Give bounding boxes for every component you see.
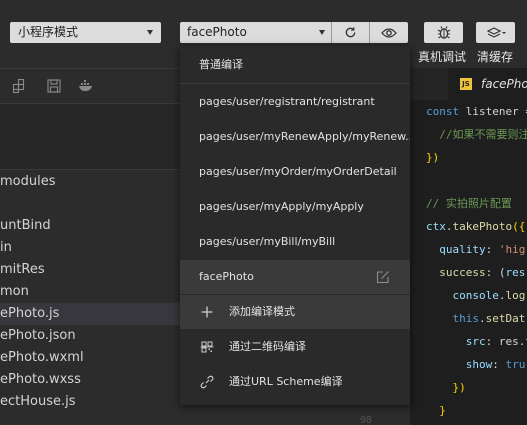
file-item[interactable]: ePhoto.wxss [0, 369, 180, 391]
file-list: modules untBind in mitRes mon ePhoto.js … [0, 171, 180, 413]
qrcode-compile-item[interactable]: 通过二维码编译 [180, 330, 410, 364]
code-line: success: (res [439, 266, 526, 279]
layers-icon [486, 26, 506, 38]
link-icon [200, 375, 214, 389]
clear-cache-button[interactable] [476, 22, 515, 43]
dropdown-header-normal-compile[interactable]: 普通编译 [180, 48, 410, 82]
remote-debug-button[interactable] [424, 22, 463, 43]
eye-icon [381, 27, 397, 38]
refresh-icon [345, 27, 356, 38]
editor-tabbar: JS facePho [410, 68, 527, 100]
dropdown-current-item[interactable]: facePhoto [180, 260, 410, 294]
add-compile-mode-label: 添加编译模式 [229, 305, 295, 318]
plus-icon [201, 306, 213, 318]
code-line: // 实拍照片配置 [426, 197, 512, 210]
url-scheme-compile-item[interactable]: 通过URL Scheme编译 [180, 365, 410, 399]
url-scheme-compile-label: 通过URL Scheme编译 [229, 375, 343, 388]
file-item-selected[interactable]: ePhoto.js [0, 303, 180, 325]
remote-debug-label: 真机调试 [418, 50, 467, 64]
add-compile-mode-item[interactable]: 添加编译模式 [180, 295, 410, 329]
file-item[interactable]: untBind [0, 215, 180, 237]
code-line: } [439, 404, 446, 417]
preview-button[interactable] [370, 22, 408, 43]
compile-mode-label: facePhoto [187, 25, 247, 39]
code-line: }) [426, 151, 440, 164]
dropdown-separator [180, 83, 410, 84]
refresh-button[interactable] [332, 22, 370, 43]
code-line: this.setDat [452, 312, 526, 325]
dropdown-page-item[interactable]: pages/user/myRenewApply/myRenew... [180, 120, 410, 154]
dropdown-page-item[interactable]: pages/user/myApply/myApply [180, 190, 410, 224]
docker-icon[interactable] [78, 78, 94, 94]
clear-cache-label: 清缓存 [477, 50, 514, 64]
file-item[interactable]: ePhoto.json [0, 325, 180, 347]
save-icon[interactable] [46, 78, 62, 94]
mode-select-label: 小程序模式 [18, 25, 79, 39]
dropdown-page-item[interactable]: pages/user/myOrder/myOrderDetail [180, 155, 410, 189]
qrcode-compile-label: 通过二维码编译 [229, 340, 306, 353]
code-line: const listener = [426, 105, 527, 118]
js-file-icon: JS [460, 78, 472, 90]
compile-mode-select[interactable]: facePhoto [180, 22, 332, 43]
file-item[interactable]: ePhoto.wxml [0, 347, 180, 369]
file-item[interactable]: in [0, 237, 180, 259]
caret-up-icon [319, 30, 325, 35]
code-line: //如果不需要则注 [426, 128, 527, 141]
file-item[interactable]: ectHouse.js [0, 391, 180, 413]
line-number: 98 [360, 415, 373, 425]
code-line: show: tru [465, 358, 526, 371]
dropdown-page-item[interactable]: pages/user/myBill/myBill [180, 225, 410, 259]
file-explorer: modules untBind in mitRes mon ePhoto.js … [0, 68, 180, 425]
code-content: const listener = //如果不需要则注 }) // 实拍照片配置 … [426, 100, 527, 422]
bug-icon [437, 26, 450, 39]
file-item[interactable] [0, 193, 180, 215]
compile-mode-dropdown: 普通编译 pages/user/registrant/registrant pa… [180, 46, 410, 405]
explorer-toolbar [0, 68, 180, 104]
explorer-header [0, 104, 180, 170]
code-line: ctx.takePhoto({ [426, 220, 526, 233]
file-item[interactable]: mitRes [0, 259, 180, 281]
edit-icon[interactable] [376, 270, 390, 284]
file-item[interactable]: mon [0, 281, 180, 303]
code-editor[interactable]: JS facePho const listener = //如果不需要则注 })… [410, 68, 527, 425]
editor-tab[interactable]: JS facePho [448, 68, 527, 100]
code-line: console.log [452, 289, 526, 302]
dropdown-page-item[interactable]: pages/user/registrant/registrant [180, 85, 410, 119]
chevron-down-icon [147, 30, 153, 35]
grid-icon[interactable] [12, 78, 28, 94]
qrcode-icon [200, 341, 214, 353]
file-item[interactable]: modules [0, 171, 180, 193]
code-line: }) [452, 381, 466, 394]
dropdown-current-label: facePhoto [199, 270, 254, 283]
compile-group: facePhoto [180, 22, 408, 43]
code-line: quality: 'hig [439, 243, 526, 256]
mode-select[interactable]: 小程序模式 [10, 22, 161, 43]
code-line: src: res.t [465, 335, 527, 348]
editor-tab-label: facePho [481, 77, 527, 91]
